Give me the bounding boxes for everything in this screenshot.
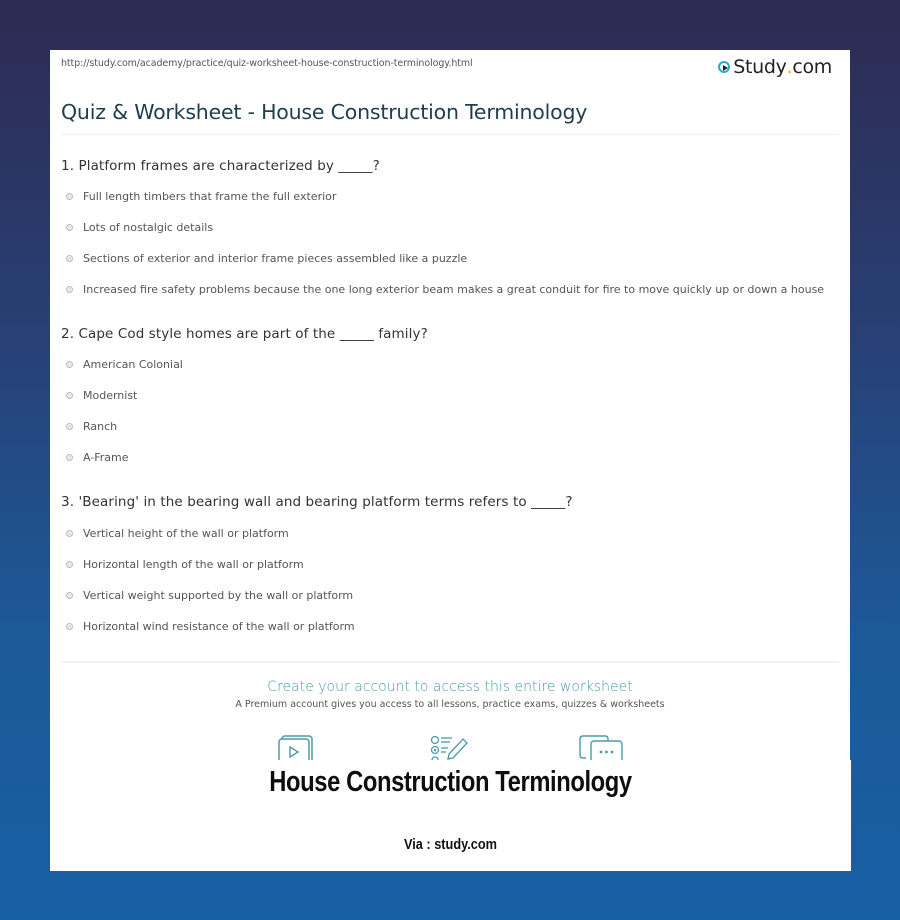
option-1-4[interactable]: Increased fire safety problems because t… [66,283,824,296]
option-label: Increased fire safety problems because t… [83,283,825,296]
play-icon [718,61,731,73]
radio-icon[interactable] [66,255,73,262]
option-1-1[interactable]: Full length timbers that frame the full … [66,190,336,203]
option-3-2[interactable]: Horizontal length of the wall or platfor… [66,558,304,571]
caption-source: Via : study.com [403,836,498,853]
page-url[interactable]: http://study.com/academy/practice/quiz-w… [61,58,473,69]
quiz-checklist-icon [430,735,468,761]
radio-icon[interactable] [66,561,73,568]
option-label: Full length timbers that frame the full … [83,190,337,203]
caption-card: House Construction Terminology Via : stu… [50,760,851,871]
question-2: 2. Cape Cod style homes are part of the … [61,326,428,342]
option-3-1[interactable]: Vertical height of the wall or platform [66,527,289,540]
option-label: Sections of exterior and interior frame … [83,252,468,265]
cta-subtitle: A Premium account gives you access to al… [235,699,665,710]
radio-icon[interactable] [66,224,73,231]
option-label: Horizontal length of the wall or platfor… [83,558,304,571]
worksheet-screenshot: http://study.com/academy/practice/quiz-w… [50,50,850,761]
cta-divider [61,661,839,663]
option-3-4[interactable]: Horizontal wind resistance of the wall o… [66,620,355,633]
title-divider [61,134,839,135]
option-label: Vertical weight supported by the wall or… [83,589,354,602]
option-label: Lots of nostalgic details [83,221,214,234]
option-1-2[interactable]: Lots of nostalgic details [66,221,213,234]
logo-name: Study [733,56,787,78]
radio-icon[interactable] [66,530,73,537]
question-1: 1. Platform frames are characterized by … [61,158,380,174]
caption-title: House Construction Terminology [269,766,632,798]
radio-icon[interactable] [66,623,73,630]
option-label: Modernist [83,389,138,402]
option-label: American Colonial [83,358,183,371]
radio-icon[interactable] [66,423,73,430]
radio-icon[interactable] [66,454,73,461]
radio-icon[interactable] [66,193,73,200]
option-1-3[interactable]: Sections of exterior and interior frame … [66,252,467,265]
question-3: 3. 'Bearing' in the bearing wall and bea… [61,494,573,510]
radio-icon[interactable] [66,392,73,399]
study-logo[interactable]: Study. com [718,56,832,78]
option-2-4[interactable]: A-Frame [66,451,129,464]
logo-suffix: com [792,56,832,78]
option-label: A-Frame [83,451,129,464]
option-3-3[interactable]: Vertical weight supported by the wall or… [66,589,353,602]
cta-title[interactable]: Create your account to access this entir… [50,679,850,695]
option-2-2[interactable]: Modernist [66,389,137,402]
chat-support-icon [579,735,623,761]
radio-icon[interactable] [66,286,73,293]
option-label: Horizontal wind resistance of the wall o… [83,620,355,633]
radio-icon[interactable] [66,361,73,368]
option-label: Ranch [83,420,118,433]
option-2-1[interactable]: American Colonial [66,358,183,371]
video-lesson-icon [278,735,313,761]
option-2-3[interactable]: Ranch [66,420,117,433]
option-label: Vertical height of the wall or platform [83,527,289,540]
radio-icon[interactable] [66,592,73,599]
page-title: Quiz & Worksheet - House Construction Te… [61,100,588,124]
